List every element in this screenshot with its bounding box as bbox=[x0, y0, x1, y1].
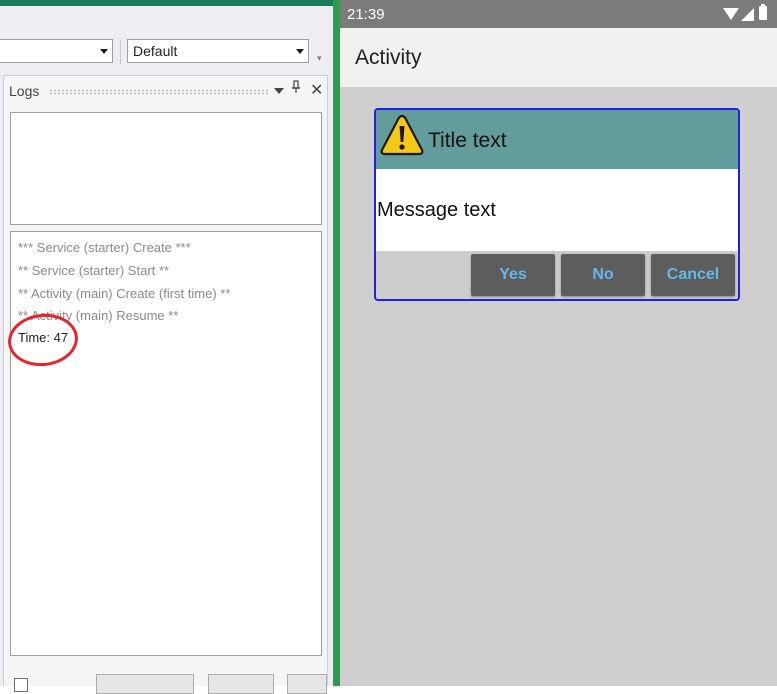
chevron-down-icon bbox=[100, 49, 108, 54]
panel-options-chevron-icon[interactable] bbox=[274, 88, 284, 94]
cancel-button[interactable]: Cancel bbox=[651, 254, 735, 296]
log-line: ** Service (starter) Start ** bbox=[18, 263, 169, 278]
toolbar-combo-left[interactable] bbox=[0, 39, 113, 63]
panel-drag-grip[interactable] bbox=[49, 89, 269, 95]
status-bar: 21:39 bbox=[340, 0, 777, 28]
warning-icon bbox=[380, 114, 424, 156]
logs-panel-header: Logs ✕ bbox=[4, 76, 327, 106]
bottom-button-1[interactable] bbox=[96, 674, 194, 694]
yes-button[interactable]: Yes bbox=[471, 254, 555, 296]
ide-window: Default ▾ Logs ✕ *** Service (starter) C… bbox=[0, 0, 337, 694]
logs-panel-title: Logs bbox=[9, 83, 40, 99]
log-line: ** Activity (main) Create (first time) *… bbox=[18, 286, 231, 301]
logs-panel: Logs ✕ *** Service (starter) Create *** … bbox=[3, 75, 328, 686]
dialog-body: Message text bbox=[376, 169, 738, 251]
configuration-combo[interactable]: Default bbox=[127, 39, 309, 63]
toolbar-separator bbox=[120, 40, 121, 64]
no-button[interactable]: No bbox=[561, 254, 645, 296]
ide-toolbar: Default ▾ bbox=[0, 6, 337, 74]
logs-filter-area[interactable] bbox=[10, 112, 322, 225]
dialog-header: Title text bbox=[376, 110, 738, 169]
log-line: *** Service (starter) Create *** bbox=[18, 240, 191, 255]
dialog-title: Title text bbox=[428, 129, 507, 152]
filter-checkbox[interactable] bbox=[14, 678, 28, 692]
app-bar: Activity bbox=[340, 28, 777, 87]
window-divider bbox=[333, 0, 340, 686]
close-icon[interactable]: ✕ bbox=[310, 80, 323, 100]
bottom-button-3[interactable] bbox=[287, 674, 327, 694]
app-title: Activity bbox=[355, 46, 422, 69]
logs-output[interactable]: *** Service (starter) Create *** ** Serv… bbox=[10, 231, 322, 656]
dialog-message: Message text bbox=[377, 199, 496, 221]
signal-icon bbox=[741, 8, 754, 21]
phone-screen: 21:39 Activity Title text Message text Y… bbox=[340, 0, 777, 686]
toolbar-overflow-icon[interactable]: ▾ bbox=[317, 53, 322, 64]
chevron-down-icon bbox=[296, 49, 304, 54]
status-time: 21:39 bbox=[347, 6, 385, 23]
battery-icon bbox=[759, 4, 767, 20]
wifi-icon bbox=[723, 8, 739, 20]
pin-icon-graphic bbox=[292, 80, 300, 93]
bottom-button-2[interactable] bbox=[208, 674, 274, 694]
configuration-combo-value: Default bbox=[133, 43, 178, 59]
logs-bottom-bar bbox=[0, 670, 337, 694]
alert-dialog: Title text Message text Yes No Cancel bbox=[374, 108, 740, 301]
pin-icon[interactable] bbox=[291, 80, 301, 97]
